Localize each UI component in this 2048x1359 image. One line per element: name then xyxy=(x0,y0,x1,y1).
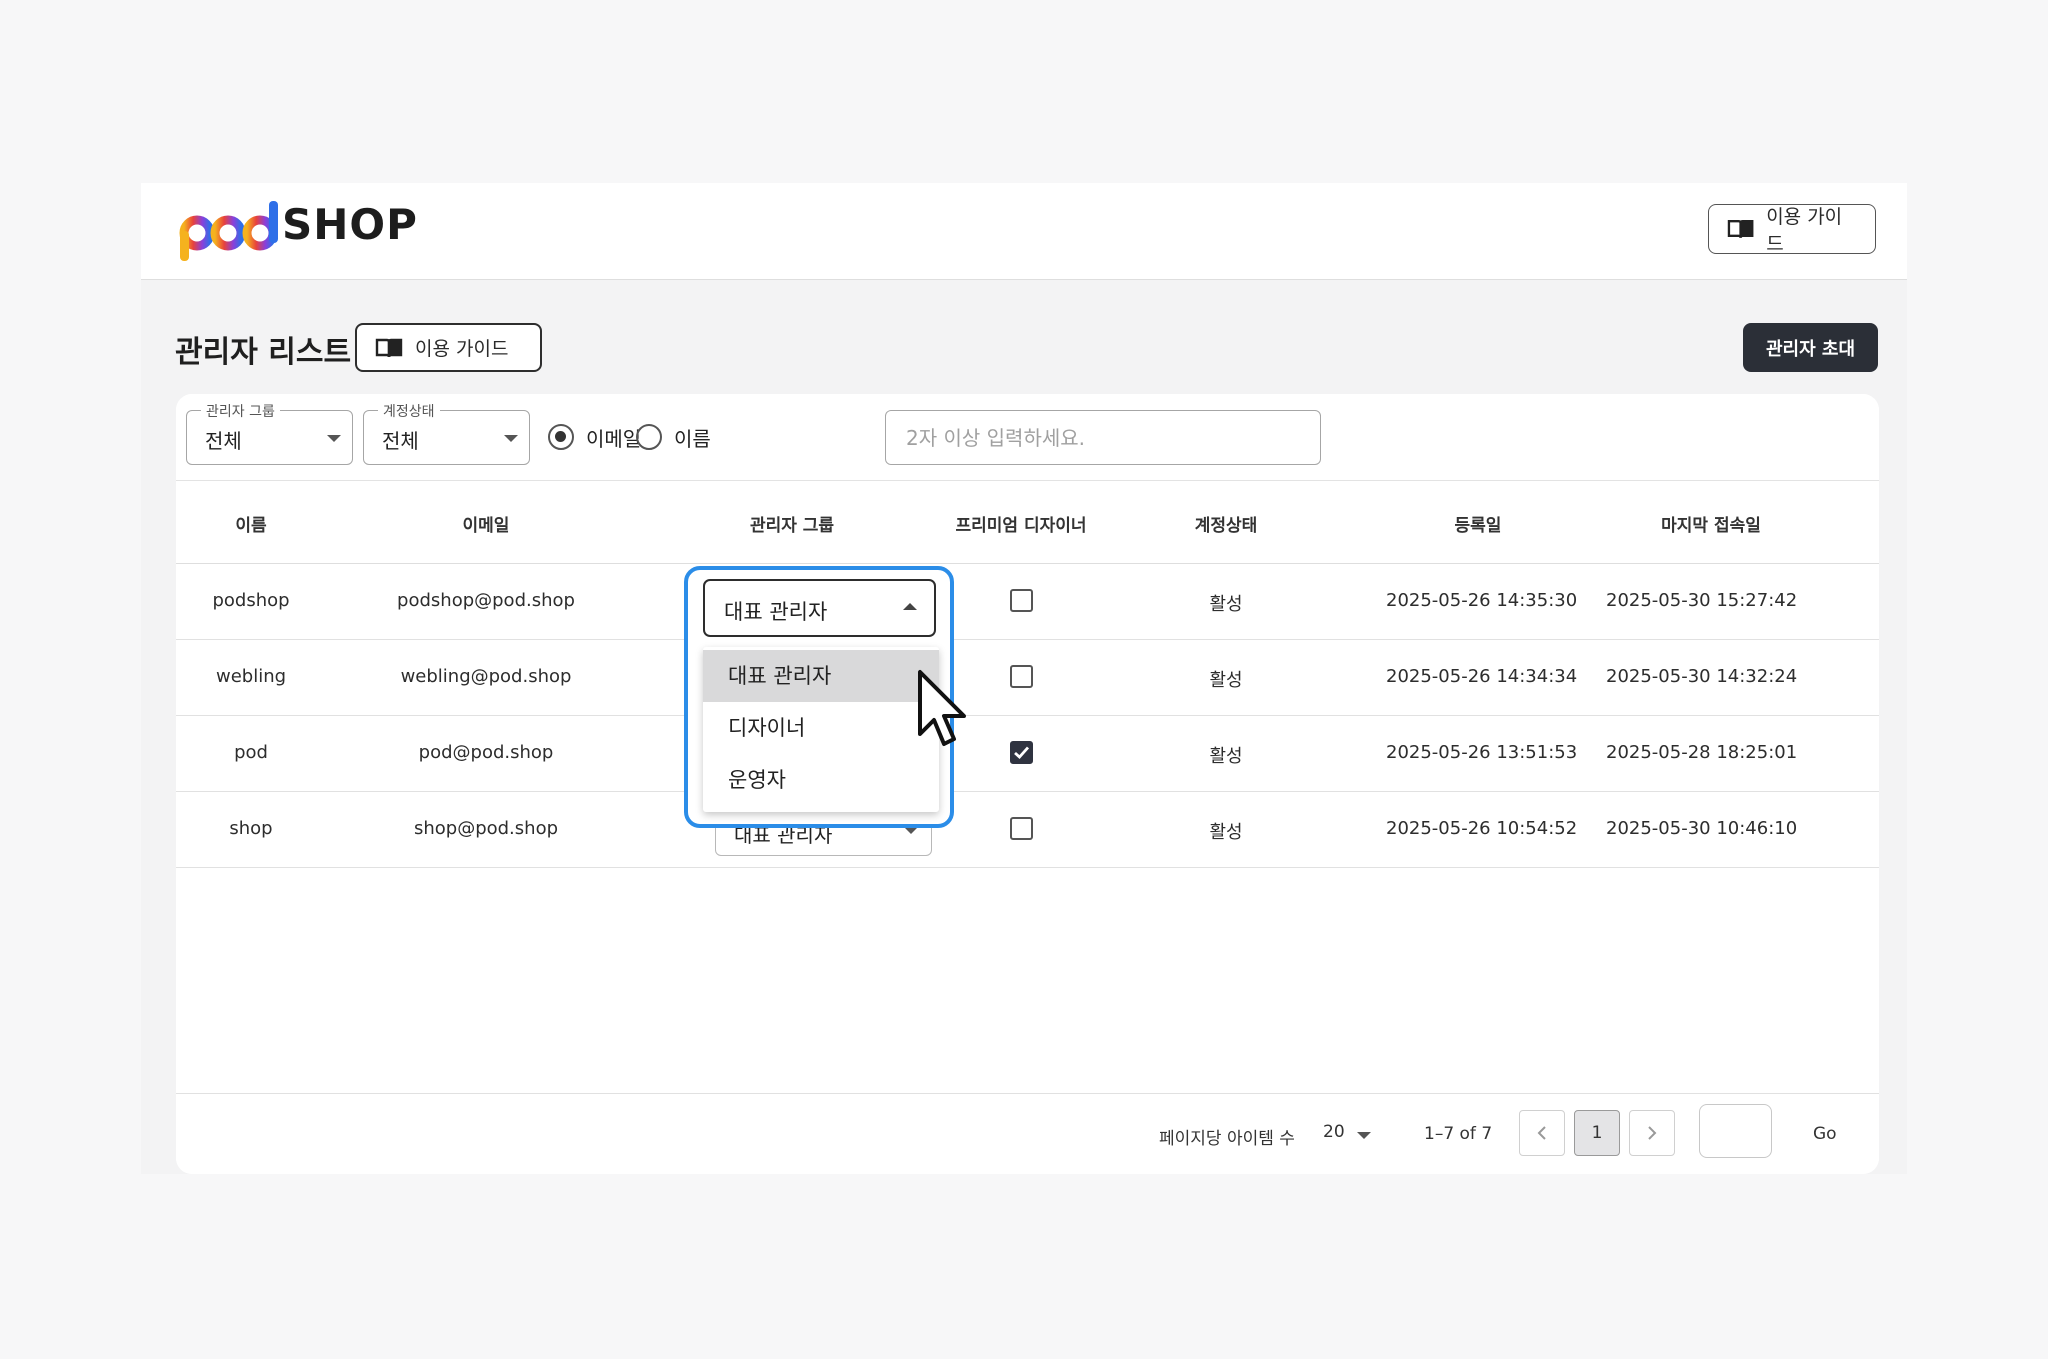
search-by-email-label: 이메일 xyxy=(586,426,642,451)
row-registered: 2025-05-26 10:54:52 xyxy=(1386,818,1578,839)
column-header-last-login: 마지막 접속일 xyxy=(1661,516,1761,536)
premium-checkbox-checked[interactable] xyxy=(1010,741,1033,764)
page-guide-label: 이용 가이드 xyxy=(415,338,509,360)
caret-down-icon xyxy=(904,827,918,834)
row-last-login: 2025-05-30 14:32:24 xyxy=(1606,666,1798,687)
row-group-select-open[interactable]: 대표 관리자 xyxy=(703,579,936,637)
table-row[interactable]: pod pod@pod.shop 활성 2025-05-26 13:51:53 … xyxy=(176,716,1879,792)
page-title: 관리자 리스트 xyxy=(175,335,352,370)
dropdown-option[interactable]: 디자이너 xyxy=(703,702,939,754)
table-row[interactable]: shop shop@pod.shop 대표 관리자 활성 2025-05-26 … xyxy=(176,792,1879,868)
table-header: 이름 이메일 관리자 그룹 프리미엄 디자이너 계정상태 등록일 마지막 접속일 xyxy=(176,480,1879,564)
invite-admin-button[interactable]: 관리자 초대 xyxy=(1743,323,1878,372)
radio-checked-icon[interactable] xyxy=(548,424,574,450)
mouse-pointer-icon xyxy=(918,670,966,746)
chevron-right-icon xyxy=(1648,1126,1657,1140)
status-filter-label: 계정상태 xyxy=(378,401,440,421)
column-header-name: 이름 xyxy=(235,516,267,536)
table-row[interactable]: webling webling@pod.shop 활성 2025-05-26 1… xyxy=(176,640,1879,716)
per-page-label: 페이지당 아이템 수 xyxy=(1159,1129,1295,1149)
top-header: SHOP 이용 가이드 xyxy=(141,183,1907,280)
row-status: 활성 xyxy=(1209,670,1243,691)
row-status: 활성 xyxy=(1209,746,1243,767)
header-guide-button[interactable]: 이용 가이드 xyxy=(1708,204,1876,255)
go-button[interactable]: Go xyxy=(1813,1124,1837,1144)
search-by-name-label: 이름 xyxy=(674,426,711,451)
column-header-status: 계정상태 xyxy=(1194,516,1258,536)
caret-up-icon xyxy=(903,603,917,610)
page-guide-button[interactable]: 이용 가이드 xyxy=(355,323,542,372)
header-guide-label: 이용 가이드 xyxy=(1766,206,1843,255)
search-by-name-radio[interactable]: 이름 xyxy=(636,412,711,462)
row-group-value: 대표 관리자 xyxy=(724,600,828,624)
row-last-login: 2025-05-30 15:27:42 xyxy=(1606,590,1798,611)
row-last-login: 2025-05-30 10:46:10 xyxy=(1606,818,1798,839)
row-name: pod xyxy=(234,742,268,763)
next-page-button[interactable] xyxy=(1629,1110,1675,1156)
row-email: shop@pod.shop xyxy=(413,818,559,839)
column-header-email: 이메일 xyxy=(462,516,510,536)
logo-wordmark: SHOP xyxy=(282,200,418,249)
search-input[interactable] xyxy=(885,410,1321,465)
group-dropdown-menu: 대표 관리자 디자이너 운영자 xyxy=(703,647,939,812)
table-row[interactable]: podshop podshop@pod.shop 활성 2025-05-26 1… xyxy=(176,564,1879,640)
row-email: webling@pod.shop xyxy=(400,666,572,687)
premium-checkbox[interactable] xyxy=(1010,817,1033,840)
admin-list-card: 관리자 그룹 전체 계정상태 전체 이메일 이름 이름 이메일 관리자 그룹 xyxy=(176,394,1879,1174)
group-filter-label: 관리자 그룹 xyxy=(201,401,280,421)
caret-down-icon[interactable] xyxy=(1357,1132,1371,1139)
chevron-left-icon xyxy=(1537,1126,1546,1140)
row-registered: 2025-05-26 14:34:34 xyxy=(1386,666,1578,687)
caret-down-icon xyxy=(504,435,518,442)
row-email: podshop@pod.shop xyxy=(397,590,575,611)
book-icon xyxy=(375,338,403,357)
premium-checkbox[interactable] xyxy=(1010,589,1033,612)
row-registered: 2025-05-26 13:51:53 xyxy=(1386,742,1578,763)
caret-down-icon xyxy=(327,435,341,442)
pagination-bar: 페이지당 아이템 수 20 1–7 of 7 1 Go xyxy=(176,1093,1879,1174)
book-icon xyxy=(1727,220,1754,238)
column-header-registered: 등록일 xyxy=(1454,516,1502,536)
dropdown-option[interactable]: 운영자 xyxy=(703,754,939,806)
radio-unchecked-icon[interactable] xyxy=(636,424,662,450)
row-registered: 2025-05-26 14:35:30 xyxy=(1386,590,1578,611)
checkmark-icon xyxy=(1014,746,1030,759)
row-name: podshop xyxy=(212,590,290,611)
group-filter-value: 전체 xyxy=(205,429,242,453)
column-header-group: 관리자 그룹 xyxy=(749,516,835,536)
prev-page-button[interactable] xyxy=(1519,1110,1565,1156)
page-number-button[interactable]: 1 xyxy=(1574,1110,1620,1156)
search-by-email-radio[interactable]: 이메일 xyxy=(548,412,641,462)
premium-checkbox[interactable] xyxy=(1010,665,1033,688)
status-filter-select[interactable]: 계정상태 전체 xyxy=(363,401,530,465)
row-status: 활성 xyxy=(1209,822,1243,843)
row-last-login: 2025-05-28 18:25:01 xyxy=(1606,742,1798,763)
go-to-page-input[interactable] xyxy=(1699,1104,1772,1158)
app-window: SHOP 이용 가이드 관리자 리스트 이용 가이드 관리자 초대 관리자 그룹… xyxy=(141,183,1907,1174)
per-page-select[interactable]: 20 xyxy=(1323,1122,1345,1142)
row-status: 활성 xyxy=(1209,594,1243,615)
row-email: pod@pod.shop xyxy=(418,742,554,763)
row-name: shop xyxy=(229,818,273,839)
row-name: webling xyxy=(215,666,287,687)
filter-bar: 관리자 그룹 전체 계정상태 전체 이메일 이름 xyxy=(176,394,1879,480)
column-header-premium: 프리미엄 디자이너 xyxy=(955,516,1087,536)
group-filter-select[interactable]: 관리자 그룹 전체 xyxy=(186,401,353,465)
page-range: 1–7 of 7 xyxy=(1424,1124,1493,1144)
status-filter-value: 전체 xyxy=(382,429,419,453)
dropdown-option[interactable]: 대표 관리자 xyxy=(703,650,939,702)
